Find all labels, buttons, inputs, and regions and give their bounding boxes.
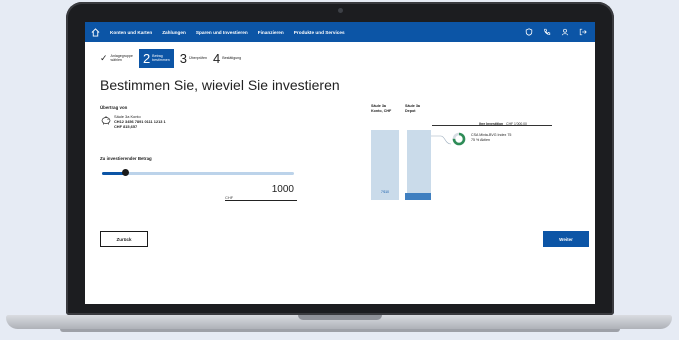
column-header-line: Säule 3a	[405, 104, 420, 108]
depot-investment-bar	[405, 193, 431, 200]
amount-input[interactable]: 1000	[262, 184, 294, 195]
checkmark-icon: ✓	[100, 52, 108, 63]
connector-line	[431, 135, 452, 145]
laptop-frame: Konten und Karten Zahlungen Sparen und I…	[66, 2, 614, 315]
investment-header: Ihre Investition CHF 1'000.00	[479, 122, 527, 126]
step-number: 3	[179, 50, 187, 66]
step-number: 4	[212, 50, 221, 66]
account-balance: CHF 815,657	[114, 124, 138, 129]
nav-zahlungen[interactable]: Zahlungen	[162, 30, 186, 35]
progress-stepper: ✓ Anlagegruppe wählen 2 Betrag bestimmen…	[100, 48, 247, 68]
allocation-ring-icon	[452, 132, 466, 146]
home-icon[interactable]	[91, 27, 100, 37]
step-ueberpruefen[interactable]: 3 Überprüfen	[180, 49, 207, 67]
column-header-line: Depot	[405, 108, 416, 113]
transfer-heading: Übertrag von	[100, 105, 128, 110]
amount-underline	[225, 200, 297, 201]
step-label: wählen	[110, 58, 122, 62]
back-button[interactable]: Zurück	[100, 231, 148, 247]
amount-heading: Zu investierender Betrag	[100, 156, 152, 161]
laptop-notch	[298, 315, 382, 320]
nav-sparen-investieren[interactable]: Sparen und Investieren	[196, 30, 248, 35]
step-label: Überprüfen	[188, 56, 207, 60]
fund-name: CSA Mixta-BVG Index 75	[471, 133, 512, 137]
amount-slider-track[interactable]	[102, 172, 294, 175]
top-navigation: Konten und Karten Zahlungen Sparen und I…	[85, 22, 595, 42]
step-number: 2	[142, 50, 151, 66]
investment-label: Ihre Investition	[479, 122, 504, 126]
phone-icon[interactable]	[543, 28, 551, 36]
nav-finanzieren[interactable]: Finanzieren	[258, 30, 284, 35]
step-bestaetigung[interactable]: 4 Bestätigung	[213, 49, 241, 67]
amount-slider-thumb[interactable]	[122, 169, 129, 176]
camera	[338, 8, 343, 13]
column-header-depot: Säule 3a Depot	[405, 104, 420, 113]
nav-utility-icons	[525, 28, 587, 36]
column-header-line: Konto, CHF	[371, 108, 392, 113]
step-anlagegruppe[interactable]: ✓ Anlagegruppe wählen	[100, 49, 133, 67]
column-header-konto: Säule 3a Konto, CHF	[371, 104, 391, 113]
next-button[interactable]: Weiter	[543, 231, 589, 247]
page-title: Bestimmen Sie, wieviel Sie investieren	[100, 77, 340, 93]
nav-konten-karten[interactable]: Konten und Karten	[110, 30, 152, 35]
user-icon[interactable]	[561, 28, 569, 36]
nav-produkte-services[interactable]: Produkte und Services	[294, 30, 345, 35]
investment-amount: CHF 1'000.00	[506, 122, 527, 126]
piggy-bank-icon	[101, 116, 111, 125]
step-label: Bestätigung	[222, 56, 242, 60]
screen: Konten und Karten Zahlungen Sparen und I…	[85, 22, 595, 304]
step-betrag-active[interactable]: 2 Betrag bestimmen	[138, 48, 174, 68]
fund-share: 75 % Aktien	[471, 138, 490, 142]
laptop-foot	[60, 329, 620, 332]
shield-icon[interactable]	[525, 28, 533, 36]
konto-balance-label: 7'610	[381, 190, 389, 194]
transfer-funnel	[399, 130, 407, 200]
depot-bar	[405, 130, 431, 200]
logout-icon[interactable]	[579, 28, 587, 36]
step-label: bestimmen	[152, 58, 170, 62]
